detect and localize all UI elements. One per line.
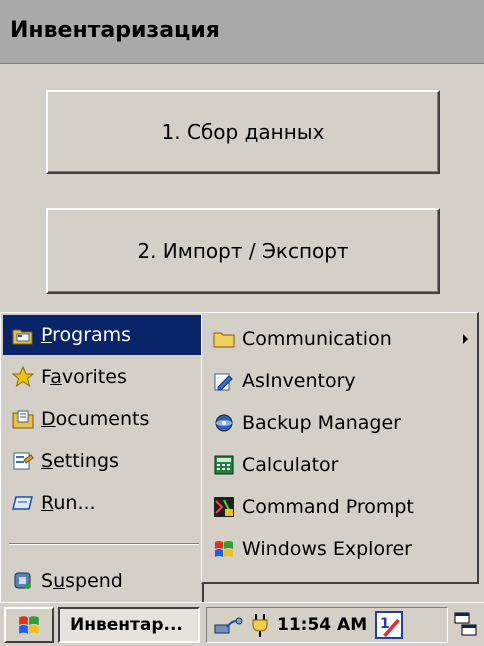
command-prompt-icon: [212, 495, 236, 519]
import-export-button[interactable]: 2. Импорт / Экспорт: [46, 208, 440, 294]
settings-icon: [11, 449, 35, 473]
submenu-item-calculator[interactable]: Calculator: [204, 445, 476, 485]
run-icon: [11, 491, 35, 515]
programs-label-accel: P: [41, 324, 53, 346]
documents-icon: [11, 407, 35, 431]
submenu-item-asinventory[interactable]: AsInventory: [204, 361, 476, 401]
start-menu-item-suspend[interactable]: Suspend: [3, 561, 201, 601]
calculator-icon: [212, 453, 236, 477]
settings-label-accel: S: [41, 450, 54, 472]
favorites-label-post: vorites: [61, 366, 127, 388]
suspend-icon: [11, 569, 35, 593]
start-menu-separator: [9, 543, 199, 545]
start-menu: Programs Favorites Documents Settings Ru…: [0, 312, 204, 606]
suspend-label-pre: S: [41, 570, 54, 592]
taskbar-task-label: Инвентар...: [70, 615, 183, 635]
settings-label-post: ettings: [53, 450, 119, 472]
programs-icon: [11, 323, 35, 347]
window-title: Инвентаризация: [10, 18, 220, 43]
network-icon[interactable]: [213, 613, 243, 637]
taskbar-task-button[interactable]: Инвентар...: [58, 607, 200, 643]
start-menu-item-favorites[interactable]: Favorites: [3, 357, 201, 397]
documents-label-post: ocuments: [55, 408, 150, 430]
folder-icon: [212, 327, 236, 351]
desktop-switch-button[interactable]: [452, 609, 480, 641]
suspend-label-post: spend: [65, 570, 123, 592]
start-menu-item-run[interactable]: Run...: [3, 483, 201, 523]
documents-label-accel: D: [41, 408, 56, 430]
backup-manager-label: Backup Manager: [242, 412, 401, 434]
backup-icon: [212, 411, 236, 435]
desktop-switch-icon: [454, 611, 478, 639]
submenu-item-windows-explorer[interactable]: Windows Explorer: [204, 529, 476, 569]
calculator-label: Calculator: [242, 454, 339, 476]
submenu-item-communication[interactable]: Communication: [204, 319, 476, 359]
programs-submenu: Communication AsInventory Backup Manager…: [201, 312, 479, 584]
system-tray: 11:54 AM 1: [206, 607, 448, 643]
clock[interactable]: 11:54 AM: [277, 615, 367, 635]
command-prompt-label: Command Prompt: [242, 496, 414, 518]
run-label-post: un...: [53, 492, 96, 514]
favorites-label-accel: a: [50, 366, 62, 388]
submenu-arrow-icon: [463, 334, 468, 344]
submenu-item-command-prompt[interactable]: Command Prompt: [204, 487, 476, 527]
run-label-accel: R: [41, 492, 54, 514]
start-button[interactable]: [4, 607, 54, 643]
communication-label: Communication: [242, 328, 392, 350]
windows-explorer-icon: [212, 537, 236, 561]
input-panel-icon[interactable]: 1: [375, 611, 404, 639]
asinventory-label: AsInventory: [242, 370, 356, 392]
submenu-item-backup-manager[interactable]: Backup Manager: [204, 403, 476, 443]
collect-data-label: 1. Сбор данных: [161, 120, 325, 144]
windows-explorer-label: Windows Explorer: [242, 538, 412, 560]
title-bar: Инвентаризация: [0, 0, 484, 64]
suspend-label-accel: u: [53, 570, 66, 592]
collect-data-button[interactable]: 1. Сбор данных: [46, 90, 440, 174]
start-menu-item-programs[interactable]: Programs: [3, 315, 201, 355]
taskbar: Инвентар... 11:54 AM 1: [0, 602, 484, 646]
asinventory-icon: [212, 369, 236, 393]
start-menu-item-documents[interactable]: Documents: [3, 399, 201, 439]
favorites-label-pre: F: [41, 366, 51, 388]
start-menu-item-settings[interactable]: Settings: [3, 441, 201, 481]
star-icon: [11, 365, 35, 389]
windows-flag-icon: [16, 613, 42, 637]
programs-label-post: rograms: [52, 324, 132, 346]
power-plug-icon[interactable]: [249, 612, 271, 638]
import-export-label: 2. Импорт / Экспорт: [137, 239, 349, 263]
